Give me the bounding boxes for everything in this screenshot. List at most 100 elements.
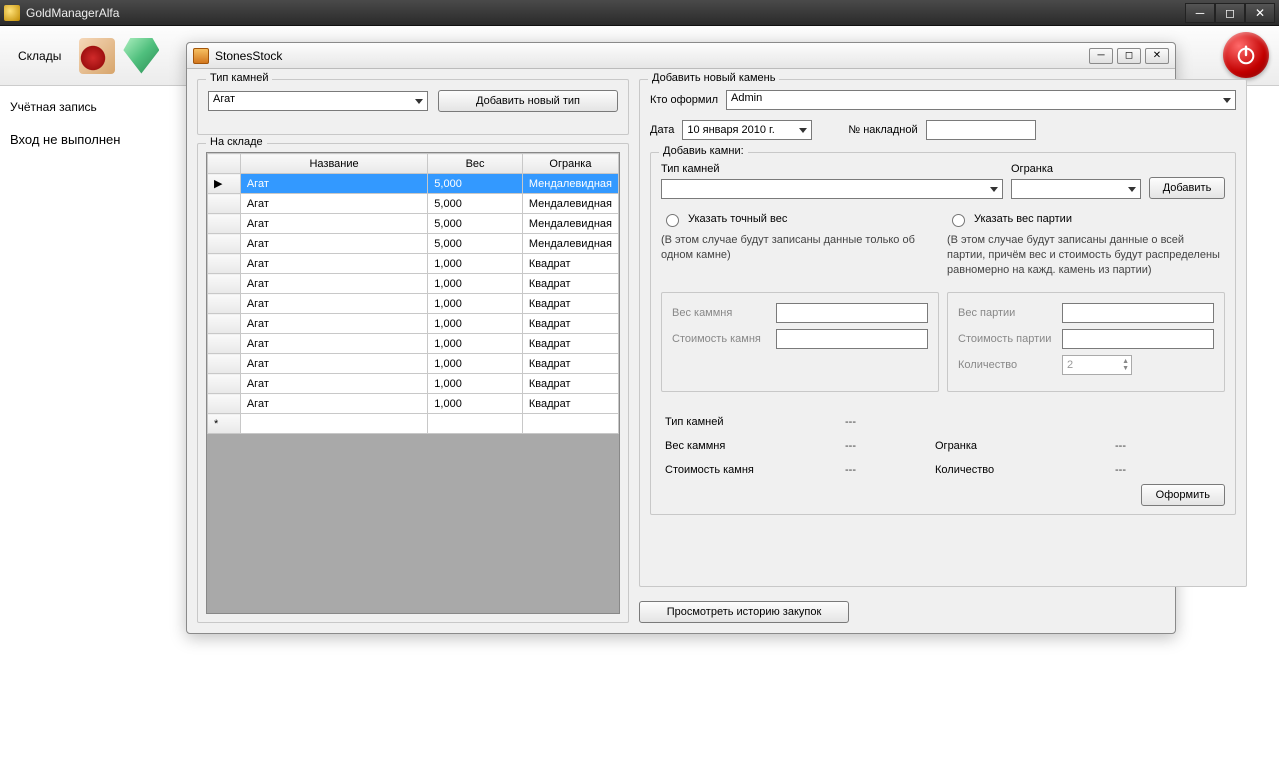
stone-cost-input[interactable] xyxy=(776,329,928,349)
history-button[interactable]: Просмотреть историю закупок xyxy=(639,601,849,623)
sum-cut-value: --- xyxy=(1115,440,1145,452)
sum-weight-value: --- xyxy=(845,440,875,452)
cell-cut[interactable]: Квадрат xyxy=(522,314,618,334)
table-row[interactable]: Агат1,000Квадрат xyxy=(208,294,619,314)
qty-spinner[interactable]: 2 ▲▼ xyxy=(1062,355,1132,375)
cell-weight[interactable]: 1,000 xyxy=(428,334,523,354)
cell-cut[interactable]: Мендалевидная xyxy=(522,194,618,214)
table-row[interactable]: ▶Агат5,000Мендалевидная xyxy=(208,174,619,194)
cell-cut[interactable]: Квадрат xyxy=(522,334,618,354)
child-minimize-button[interactable]: ─ xyxy=(1089,48,1113,64)
stock-datagrid[interactable]: Название Вес Огранка ▶Агат5,000Мендалеви… xyxy=(206,152,620,614)
stone-type-combo[interactable]: Агат xyxy=(208,91,428,111)
date-picker[interactable]: 10 января 2010 г. xyxy=(682,120,812,140)
add-type-combo[interactable] xyxy=(661,179,1003,199)
cell-weight[interactable]: 5,000 xyxy=(428,214,523,234)
table-row[interactable]: Агат1,000Квадрат xyxy=(208,354,619,374)
invoice-input[interactable] xyxy=(926,120,1036,140)
cell-cut[interactable]: Мендалевидная xyxy=(522,214,618,234)
sum-cost-value: --- xyxy=(845,464,875,476)
cell-weight[interactable]: 1,000 xyxy=(428,374,523,394)
cell-weight[interactable]: 1,000 xyxy=(428,274,523,294)
cell-weight[interactable]: 1,000 xyxy=(428,294,523,314)
cell-weight[interactable]: 5,000 xyxy=(428,194,523,214)
type-group-legend: Тип камней xyxy=(206,72,272,84)
form-icon xyxy=(193,48,209,64)
cell-cut[interactable]: Квадрат xyxy=(522,294,618,314)
radio-exact-weight[interactable] xyxy=(666,214,679,227)
table-row[interactable]: Агат1,000Квадрат xyxy=(208,374,619,394)
cell-cut[interactable]: Мендалевидная xyxy=(522,234,618,254)
cell-name[interactable]: Агат xyxy=(240,214,427,234)
cell-name[interactable]: Агат xyxy=(240,314,427,334)
issuer-combo[interactable]: Admin xyxy=(726,90,1236,110)
qty-value: 2 xyxy=(1067,359,1073,371)
maximize-button[interactable]: ◻ xyxy=(1215,3,1245,23)
power-button[interactable] xyxy=(1223,32,1269,78)
child-maximize-button[interactable]: ◻ xyxy=(1117,48,1141,64)
cell-name[interactable]: Агат xyxy=(240,254,427,274)
child-close-button[interactable]: ✕ xyxy=(1145,48,1169,64)
row-header xyxy=(208,274,241,294)
date-label: Дата xyxy=(650,124,674,136)
cell-weight[interactable]: 1,000 xyxy=(428,254,523,274)
table-row[interactable]: Агат1,000Квадрат xyxy=(208,314,619,334)
cell-name[interactable]: Агат xyxy=(240,374,427,394)
cell-cut[interactable]: Мендалевидная xyxy=(522,174,618,194)
table-row[interactable]: Агат1,000Квадрат xyxy=(208,334,619,354)
cell-name[interactable]: Агат xyxy=(240,354,427,374)
cell-cut[interactable]: Квадрат xyxy=(522,254,618,274)
radio-batch-weight[interactable] xyxy=(952,214,965,227)
grid-filler xyxy=(207,434,619,614)
close-button[interactable]: ✕ xyxy=(1245,3,1275,23)
cell-name[interactable]: Агат xyxy=(240,334,427,354)
cell-name[interactable]: Агат xyxy=(240,294,427,314)
cell-weight[interactable]: 1,000 xyxy=(428,314,523,334)
child-titlebar[interactable]: StonesStock ─ ◻ ✕ xyxy=(187,43,1175,69)
add-cut-combo[interactable] xyxy=(1011,179,1141,199)
cell-cut[interactable]: Квадрат xyxy=(522,394,618,414)
app-title: GoldManagerAlfa xyxy=(26,6,1185,20)
minimize-button[interactable]: ─ xyxy=(1185,3,1215,23)
cell-weight[interactable]: 1,000 xyxy=(428,394,523,414)
cell-cut[interactable]: Квадрат xyxy=(522,374,618,394)
cell-cut[interactable]: Квадрат xyxy=(522,354,618,374)
cell-cut[interactable]: Квадрат xyxy=(522,274,618,294)
submit-button[interactable]: Оформить xyxy=(1141,484,1225,506)
cell-name[interactable]: Агат xyxy=(240,174,427,194)
cell-name[interactable]: Агат xyxy=(240,234,427,254)
cell-weight[interactable]: 1,000 xyxy=(428,354,523,374)
row-header xyxy=(208,194,241,214)
col-cut[interactable]: Огранка xyxy=(522,154,618,174)
child-title-text: StonesStock xyxy=(215,49,1089,63)
col-weight[interactable]: Вес xyxy=(428,154,523,174)
hint-exact: (В этом случае будут записаны данные тол… xyxy=(661,233,939,263)
add-stone-button[interactable]: Добавить xyxy=(1149,177,1225,199)
cell-weight[interactable]: 5,000 xyxy=(428,234,523,254)
gem-icon[interactable] xyxy=(123,38,159,74)
cell-name[interactable]: Агат xyxy=(240,194,427,214)
batch-cost-input[interactable] xyxy=(1062,329,1214,349)
shoe-icon[interactable] xyxy=(79,38,115,74)
tab-stocks[interactable]: Склады xyxy=(8,45,71,67)
table-row[interactable]: Агат1,000Квадрат xyxy=(208,394,619,414)
table-row[interactable]: Агат1,000Квадрат xyxy=(208,254,619,274)
table-row[interactable]: Агат5,000Мендалевидная xyxy=(208,194,619,214)
cell-weight[interactable]: 5,000 xyxy=(428,174,523,194)
col-name[interactable]: Название xyxy=(240,154,427,174)
cell-name[interactable]: Агат xyxy=(240,274,427,294)
add-type-button[interactable]: Добавить новый тип xyxy=(438,90,618,112)
table-row[interactable]: Агат1,000Квадрат xyxy=(208,274,619,294)
row-header xyxy=(208,234,241,254)
cell-name[interactable]: Агат xyxy=(240,394,427,414)
stone-weight-input[interactable] xyxy=(776,303,928,323)
sum-qty-label: Количество xyxy=(935,464,1055,476)
add-type-label: Тип камней xyxy=(661,163,1003,175)
table-row[interactable]: Агат5,000Мендалевидная xyxy=(208,214,619,234)
issuer-value: Admin xyxy=(731,92,762,104)
addstones-legend: Добавиь камни: xyxy=(659,145,748,157)
table-row[interactable]: Агат5,000Мендалевидная xyxy=(208,234,619,254)
batch-weight-input[interactable] xyxy=(1062,303,1214,323)
add-group-legend: Добавить новый камень xyxy=(648,72,779,84)
table-new-row[interactable]: * xyxy=(208,414,619,434)
